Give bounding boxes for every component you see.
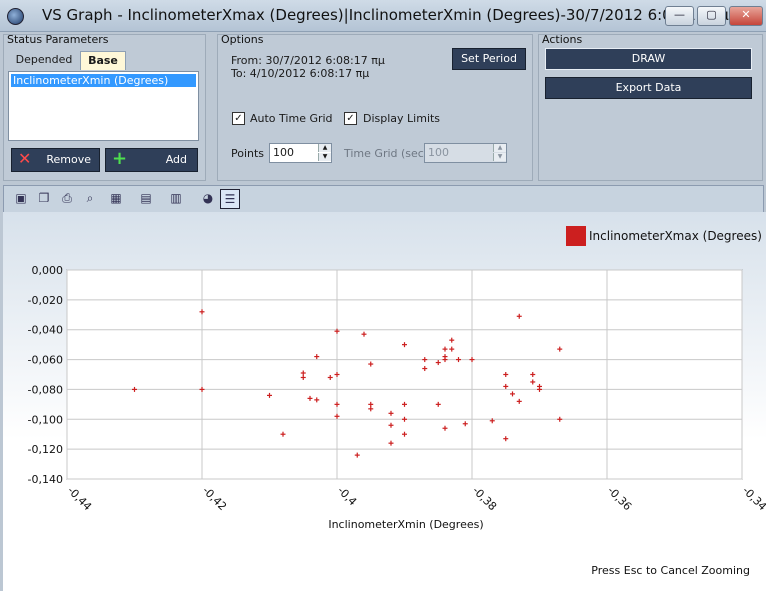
x-tick-label: -0,34 bbox=[740, 484, 766, 513]
chart-toolbar: ▣ ❐ ⎙ ⌕ ▦ ▤ ▥ ◕ ☰ bbox=[3, 185, 764, 213]
points-down-icon[interactable]: ▼ bbox=[318, 153, 331, 161]
y-tick-labels: 0,000 -0,020 -0,040 -0,060 -0,080 -0,100 -0,12… bbox=[28, 264, 63, 486]
x-tick-labels: -0,44 -0,42 -0,4 -0,38 -0,36 -0,34 bbox=[65, 484, 766, 513]
display-limits-label: Display Limits bbox=[363, 112, 441, 125]
status-parameters-group: Status Parameters Depended Base Inclinom… bbox=[3, 33, 206, 181]
from-text: From: 30/7/2012 6:08:17 πμ bbox=[231, 54, 385, 67]
title-bar: VS Graph - InclinometerXmax (Degrees)|In… bbox=[0, 0, 766, 32]
plot-background bbox=[66, 269, 743, 480]
close-button[interactable]: ✕ bbox=[729, 6, 763, 26]
time-grid-down-icon[interactable]: ▼ bbox=[493, 153, 506, 161]
y-tick-label: -0,100 bbox=[28, 413, 63, 426]
copy-icon[interactable]: ❐ bbox=[35, 189, 53, 207]
print-icon[interactable]: ⎙ bbox=[58, 189, 76, 207]
add-icon: + bbox=[112, 148, 128, 169]
points-value: 100 bbox=[273, 146, 294, 159]
add-button[interactable]: + Add bbox=[105, 148, 198, 172]
legend-swatch bbox=[566, 226, 586, 246]
y-tick-label: -0,020 bbox=[28, 294, 63, 307]
export-data-button[interactable]: Export Data bbox=[545, 77, 752, 99]
save-icon[interactable]: ▣ bbox=[12, 189, 30, 207]
remove-icon: ✕ bbox=[18, 149, 32, 168]
y-tick-label: -0,120 bbox=[28, 443, 63, 456]
gallery-icon[interactable]: ▤ bbox=[137, 189, 155, 207]
chart-type-icon[interactable]: ▦ bbox=[107, 189, 125, 207]
x-tick-label: -0,42 bbox=[200, 484, 229, 513]
time-grid-up-icon[interactable]: ▲ bbox=[493, 144, 506, 152]
auto-time-grid-label: Auto Time Grid bbox=[250, 112, 333, 125]
time-grid-value: 100 bbox=[428, 146, 449, 159]
y-tick-label: -0,060 bbox=[28, 354, 63, 367]
app-icon bbox=[7, 8, 24, 25]
list-item[interactable]: InclinometerXmin (Degrees) bbox=[11, 74, 196, 87]
y-tick-label: -0,080 bbox=[28, 383, 63, 396]
data-table-icon[interactable]: ☰ bbox=[220, 189, 240, 209]
actions-title: Actions bbox=[542, 33, 583, 46]
y-tick-label: -0,140 bbox=[28, 473, 63, 486]
draw-button[interactable]: DRAW bbox=[545, 48, 752, 70]
chart-area[interactable]: 0,000 -0,020 -0,040 -0,060 -0,080 -0,100 -0,12… bbox=[3, 212, 766, 591]
y-tick-label: -0,040 bbox=[28, 324, 63, 337]
set-period-button[interactable]: Set Period bbox=[452, 48, 526, 70]
options-group: Options From: 30/7/2012 6:08:17 πμ To: 4… bbox=[217, 33, 533, 181]
add-label: Add bbox=[165, 153, 187, 166]
print-preview-icon[interactable]: ⌕ bbox=[81, 189, 99, 207]
x-axis-label: InclinometerXmin (Degrees) bbox=[328, 518, 483, 531]
color-palette-icon[interactable]: ◕ bbox=[199, 189, 217, 207]
x-tick-label: -0,44 bbox=[65, 484, 94, 513]
x-tick-label: -0,36 bbox=[605, 484, 634, 513]
tab-base[interactable]: Base bbox=[80, 51, 126, 70]
actions-group: Actions DRAW Export Data bbox=[538, 33, 763, 181]
tab-depended[interactable]: Depended bbox=[10, 51, 78, 69]
legend-label: InclinometerXmax (Degrees) bbox=[589, 229, 762, 243]
maximize-button[interactable]: ▢ bbox=[697, 6, 726, 26]
display-limits-checkbox[interactable]: ✓ bbox=[344, 112, 357, 125]
time-grid-label: Time Grid (sec) bbox=[344, 147, 429, 160]
minimize-button[interactable]: — bbox=[665, 6, 694, 26]
scatter-chart[interactable]: 0,000 -0,020 -0,040 -0,060 -0,080 -0,100 -0,12… bbox=[3, 212, 766, 591]
points-up-icon[interactable]: ▲ bbox=[318, 144, 331, 152]
y-tick-label: 0,000 bbox=[32, 264, 64, 277]
to-text: To: 4/10/2012 6:08:17 πμ bbox=[231, 67, 370, 80]
time-grid-stepper[interactable]: 100 ▲ ▼ bbox=[424, 143, 507, 163]
points-label: Points bbox=[231, 147, 265, 160]
options-title: Options bbox=[221, 33, 264, 46]
window-title: VS Graph - InclinometerXmax (Degrees)|In… bbox=[42, 6, 729, 24]
remove-label: Remove bbox=[46, 153, 91, 166]
x-tick-label: -0,38 bbox=[470, 484, 499, 513]
status-hint: Press Esc to Cancel Zooming bbox=[591, 564, 750, 577]
points-stepper[interactable]: 100 ▲ ▼ bbox=[269, 143, 332, 163]
remove-button[interactable]: ✕ Remove bbox=[11, 148, 100, 172]
parameter-list[interactable]: InclinometerXmin (Degrees) bbox=[8, 71, 199, 141]
status-parameters-title: Status Parameters bbox=[7, 33, 109, 46]
bar-series-icon[interactable]: ▥ bbox=[167, 189, 185, 207]
auto-time-grid-checkbox[interactable]: ✓ bbox=[232, 112, 245, 125]
x-tick-label: -0,4 bbox=[335, 484, 359, 508]
